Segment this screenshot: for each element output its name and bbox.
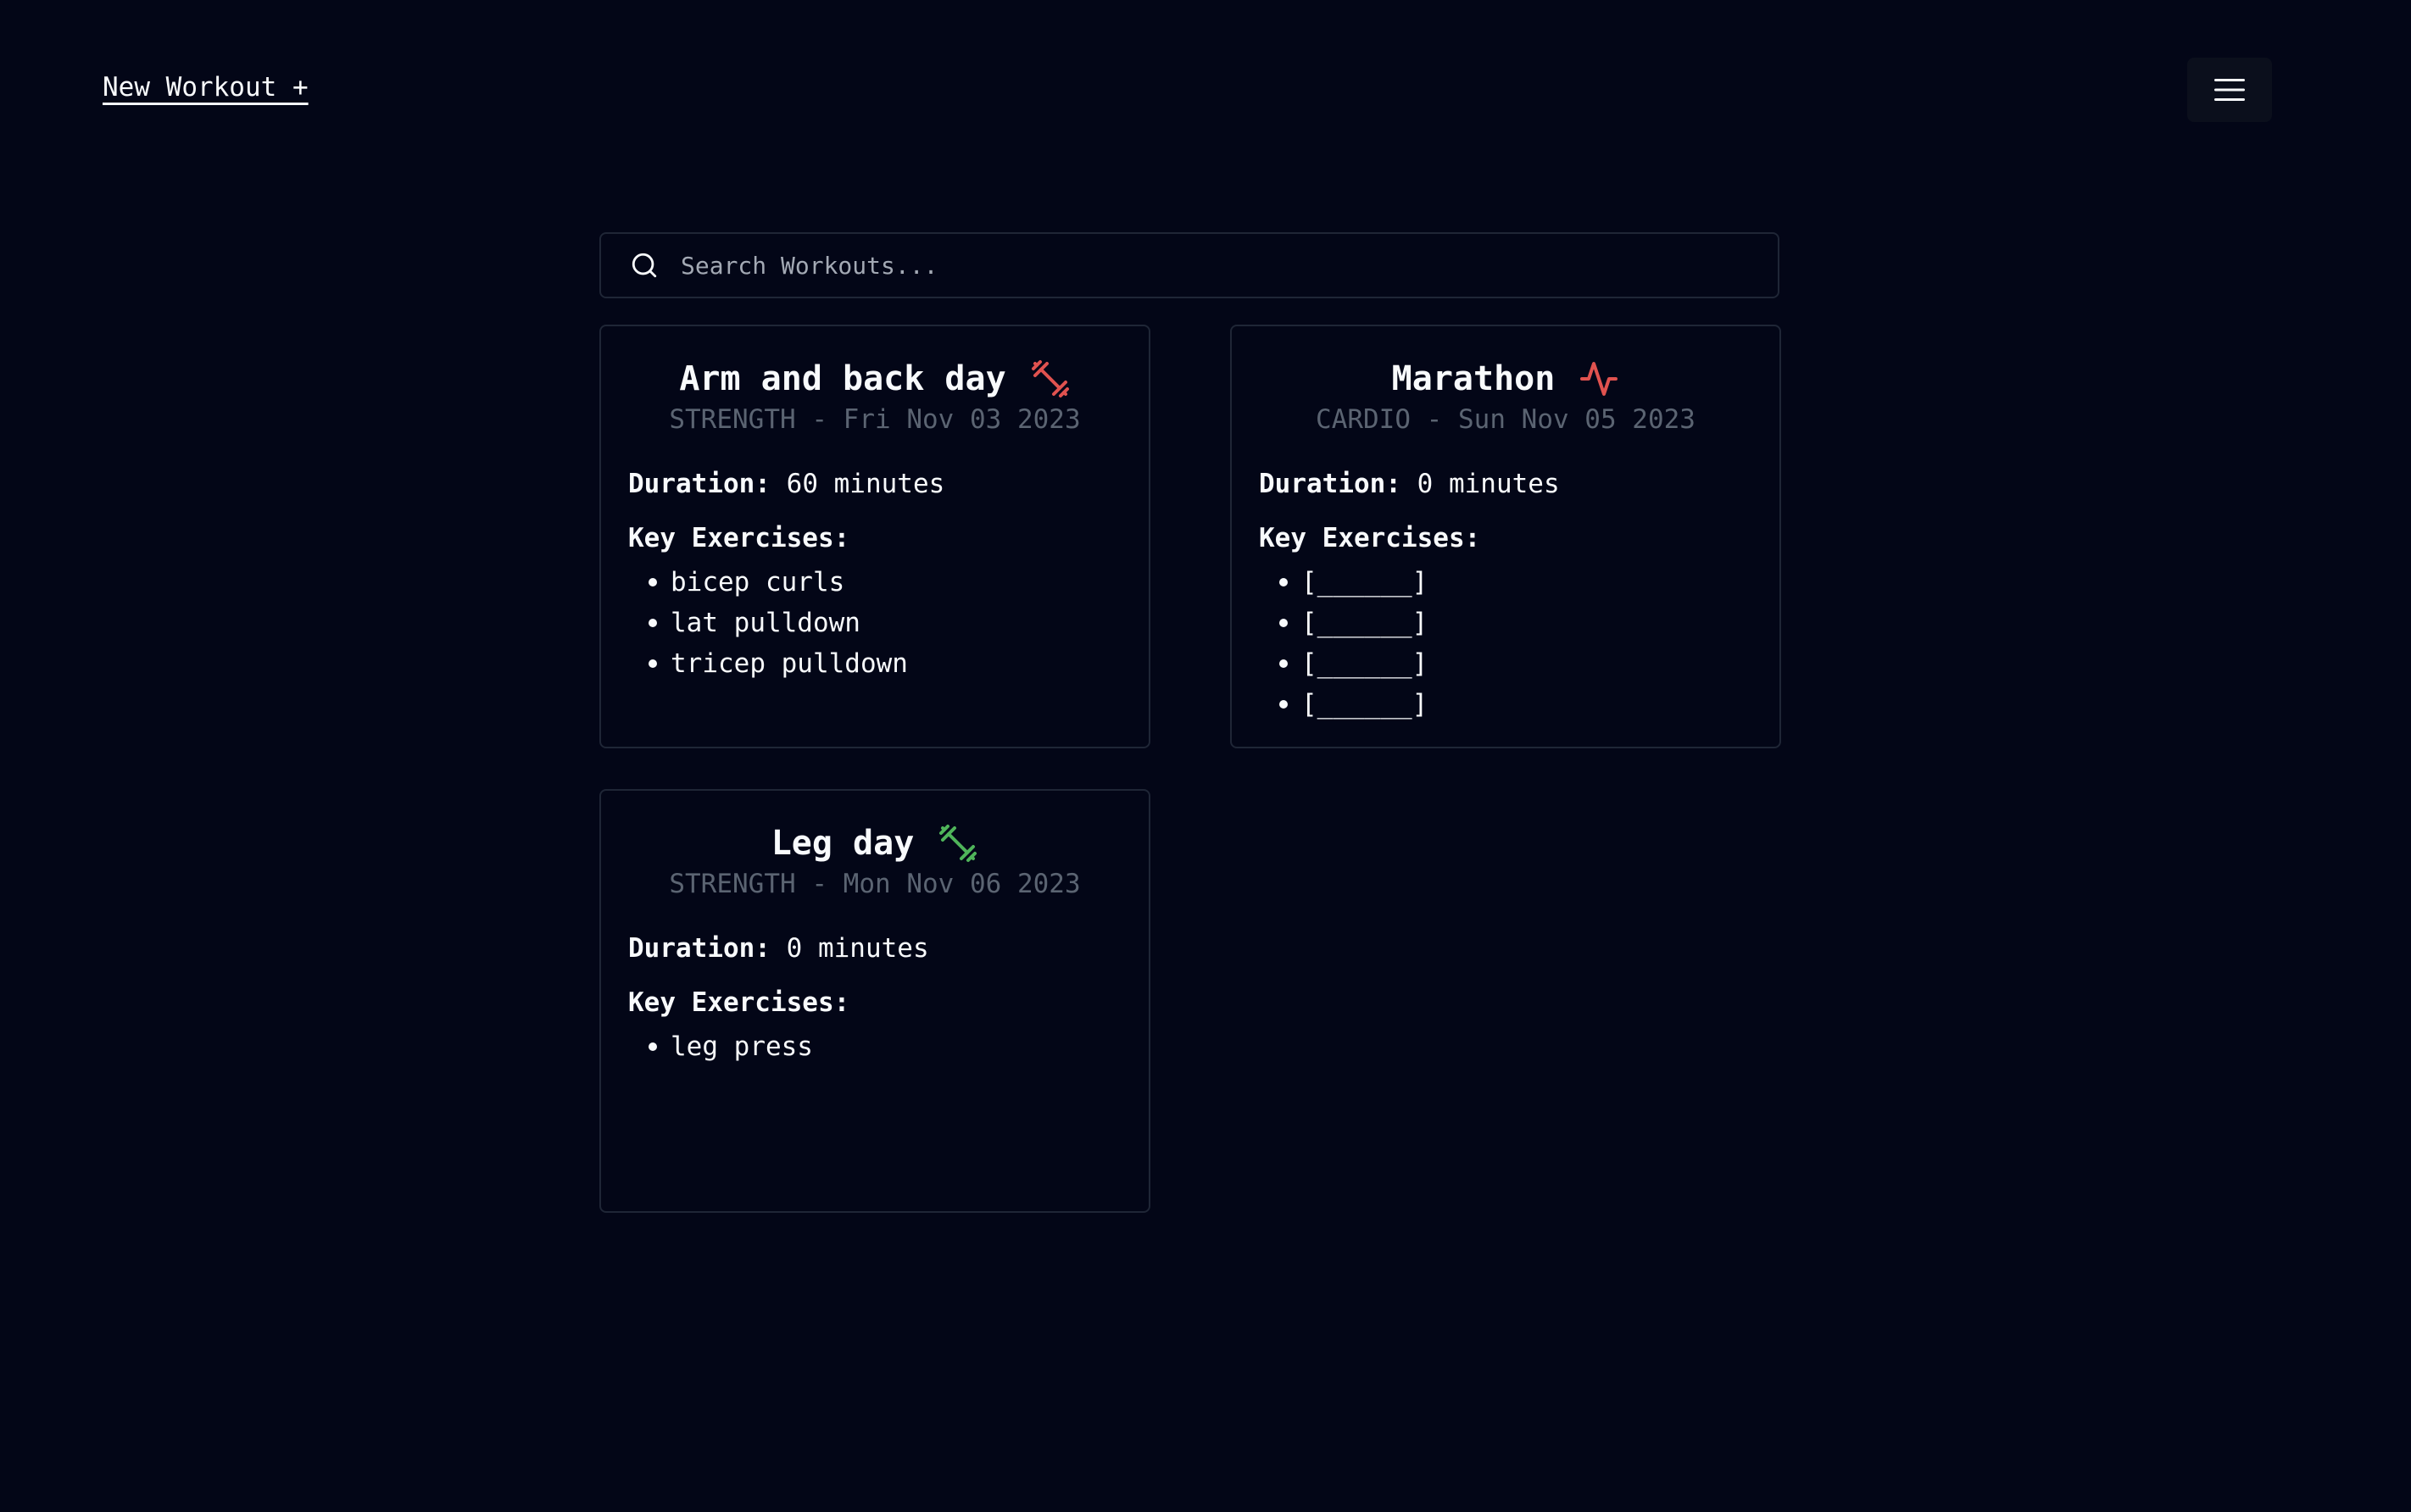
duration-value: 0 minutes bbox=[786, 933, 929, 964]
duration-label: Duration: bbox=[1259, 469, 1401, 499]
exercise-name: [______] bbox=[1301, 567, 1428, 598]
exercise-name: [______] bbox=[1301, 608, 1428, 638]
list-item: [______] bbox=[1259, 603, 1752, 643]
workout-subtitle: STRENGTH - Mon Nov 06 2023 bbox=[669, 869, 1081, 899]
list-item: lat pulldown bbox=[628, 603, 1122, 643]
exercise-list: bicep curls lat pulldown tricep pulldown bbox=[628, 562, 1122, 684]
dumbbell-icon bbox=[1030, 359, 1071, 399]
card-header: Marathon CARDIO - Sun Nov 05 2023 bbox=[1259, 357, 1752, 435]
dumbbell-icon bbox=[938, 823, 978, 864]
workout-card-marathon[interactable]: Marathon CARDIO - Sun Nov 05 2023 Durati… bbox=[1230, 325, 1781, 748]
duration-row: Duration: 0 minutes bbox=[1259, 467, 1752, 501]
search-input[interactable] bbox=[679, 239, 1778, 292]
list-item: bicep curls bbox=[628, 562, 1122, 603]
duration-label: Duration: bbox=[628, 933, 771, 964]
workout-title: Leg day bbox=[771, 824, 915, 863]
workout-card-arm-and-back-day[interactable]: Arm and back day STRENGTH - Fri Nov 03 2… bbox=[599, 325, 1150, 748]
exercise-list: [______] [______] [______] [______] bbox=[1259, 562, 1752, 725]
workout-subtitle: CARDIO - Sun Nov 05 2023 bbox=[1316, 404, 1695, 435]
workout-card-leg-day[interactable]: Leg day STRENGTH - Mon Nov 06 2023 Durat bbox=[599, 789, 1150, 1213]
card-header: Leg day STRENGTH - Mon Nov 06 2023 bbox=[628, 821, 1122, 899]
workout-title: Arm and back day bbox=[679, 359, 1006, 398]
duration-row: Duration: 60 minutes bbox=[628, 467, 1122, 501]
search-icon bbox=[626, 247, 662, 283]
search-bar bbox=[599, 232, 1779, 298]
workout-title: Marathon bbox=[1391, 359, 1556, 398]
exercise-name: leg press bbox=[671, 1031, 813, 1062]
list-item: [______] bbox=[1259, 684, 1752, 725]
list-item: [______] bbox=[1259, 643, 1752, 684]
duration-label: Duration: bbox=[628, 469, 771, 499]
list-item: [______] bbox=[1259, 562, 1752, 603]
key-exercises-label: Key Exercises: bbox=[628, 987, 850, 1018]
card-header: Arm and back day STRENGTH - Fri Nov 03 2… bbox=[628, 357, 1122, 435]
list-item: leg press bbox=[628, 1026, 1122, 1067]
hamburger-menu-icon bbox=[2214, 79, 2245, 101]
key-exercises-label: Key Exercises: bbox=[1259, 523, 1481, 553]
duration-row: Duration: 0 minutes bbox=[628, 931, 1122, 965]
workout-subtitle: STRENGTH - Fri Nov 03 2023 bbox=[669, 404, 1081, 435]
workouts-page: New Workout + Arm and back day bbox=[0, 0, 2411, 1512]
duration-value: 60 minutes bbox=[786, 469, 945, 499]
list-item: tricep pulldown bbox=[628, 643, 1122, 684]
duration-value: 0 minutes bbox=[1417, 469, 1560, 499]
exercise-name: bicep curls bbox=[671, 567, 845, 598]
key-exercises-label: Key Exercises: bbox=[628, 523, 850, 553]
new-workout-link[interactable]: New Workout + bbox=[103, 69, 309, 105]
exercise-name: tricep pulldown bbox=[671, 648, 908, 679]
exercise-list: leg press bbox=[628, 1026, 1122, 1067]
exercise-name: lat pulldown bbox=[671, 608, 860, 638]
exercise-name: [______] bbox=[1301, 689, 1428, 720]
activity-pulse-icon bbox=[1579, 359, 1619, 399]
exercise-name: [______] bbox=[1301, 648, 1428, 679]
menu-button[interactable] bbox=[2187, 58, 2272, 122]
